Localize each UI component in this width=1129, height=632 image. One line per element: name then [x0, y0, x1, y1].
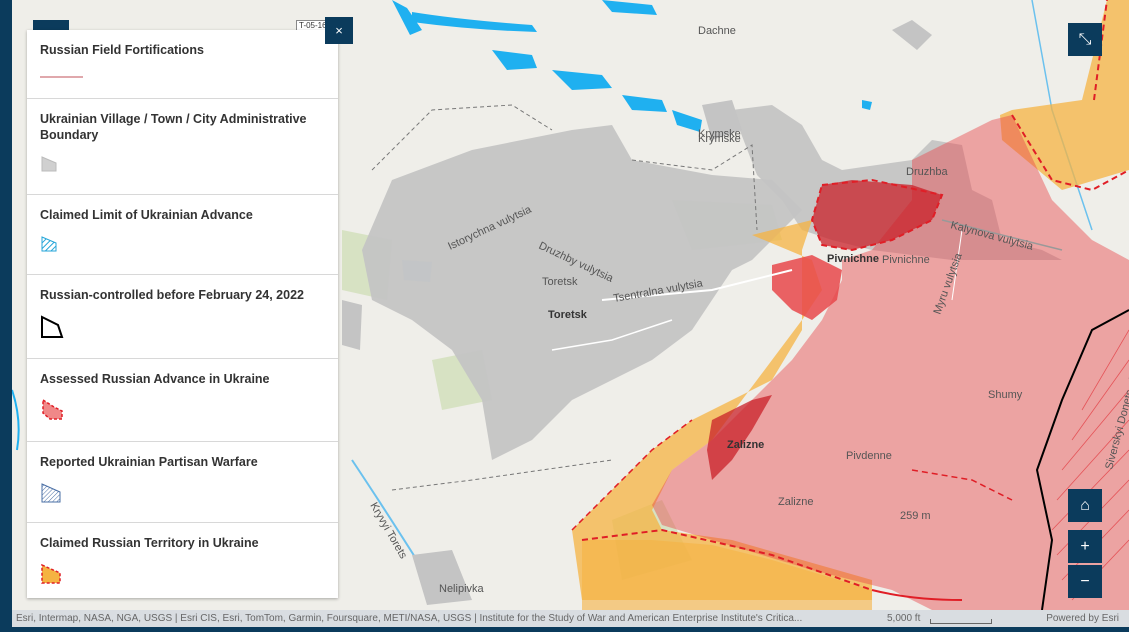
- scale-bar: [930, 619, 992, 624]
- ukrainian-advance-icon: [40, 233, 325, 258]
- label-pivnichne-2: Pivnichne: [882, 254, 930, 266]
- legend-item-russian-advance: Assessed Russian Advance in Ukraine: [27, 359, 338, 442]
- attribution-bar: Esri, Intermap, NASA, NGA, USGS | Esri C…: [12, 610, 1129, 627]
- powered-by-link[interactable]: Powered by Esri: [1046, 610, 1119, 627]
- legend-item-claimed-russian: Claimed Russian Territory in Ukraine: [27, 523, 338, 598]
- legend-item-fortifications: Russian Field Fortifications: [27, 30, 338, 99]
- zoom-in-button[interactable]: +: [1068, 530, 1102, 563]
- label-druzhba: Druzhba: [906, 166, 948, 178]
- legend-title: Assessed Russian Advance in Ukraine: [40, 372, 270, 386]
- zoom-out-button[interactable]: −: [1068, 565, 1102, 598]
- legend-title: Russian-controlled before February 24, 2…: [40, 288, 304, 302]
- label-krymske-2: Krymske: [698, 133, 741, 145]
- label-dachne: Dachne: [698, 25, 736, 37]
- russian-advance-icon: [40, 397, 325, 428]
- legend-item-ukrainian-advance: Claimed Limit of Ukrainian Advance: [27, 195, 338, 275]
- home-button[interactable]: ⌂: [1068, 489, 1102, 522]
- scale-label: 5,000 ft: [887, 613, 921, 624]
- bottom-frame: [0, 627, 1129, 632]
- legend-title: Claimed Russian Territory in Ukraine: [40, 536, 259, 550]
- panel-tab: [33, 20, 69, 30]
- legend-title: Claimed Limit of Ukrainian Advance: [40, 208, 253, 222]
- label-pivnichne: Pivnichne: [827, 253, 879, 265]
- label-pivdenne: Pivdenne: [846, 450, 892, 462]
- legend-item-partisan-warfare: Reported Ukrainian Partisan Warfare: [27, 442, 338, 523]
- legend-item-russian-pre-2022: Russian-controlled before February 24, 2…: [27, 275, 338, 359]
- label-toretsk-bold: Toretsk: [548, 309, 588, 321]
- claimed-russian-icon: [40, 561, 325, 592]
- legend-title: Reported Ukrainian Partisan Warfare: [40, 455, 258, 469]
- fullscreen-icon[interactable]: ⤡: [1068, 23, 1102, 56]
- legend-panel: Russian Field Fortifications Ukrainian V…: [27, 30, 338, 598]
- russian-pre-2022-icon: [40, 313, 325, 344]
- label-zalizne-2: Zalizne: [778, 496, 813, 508]
- admin-boundary-icon: [40, 153, 325, 178]
- legend-title: Ukrainian Village / Town / City Administ…: [40, 112, 307, 142]
- label-shumy: Shumy: [988, 389, 1023, 401]
- attribution-text[interactable]: Esri, Intermap, NASA, NGA, USGS | Esri C…: [16, 610, 802, 627]
- label-toretsk: Toretsk: [542, 276, 578, 288]
- label-nelipivka: Nelipivka: [439, 583, 485, 595]
- label-elevation: 259 m: [900, 510, 931, 522]
- label-zalizne: Zalizne: [727, 439, 764, 451]
- close-legend-button[interactable]: ×: [325, 17, 353, 44]
- legend-item-admin-boundary: Ukrainian Village / Town / City Administ…: [27, 99, 338, 195]
- legend-title: Russian Field Fortifications: [40, 43, 204, 57]
- partisan-warfare-icon: [40, 480, 325, 511]
- fortification-line-icon: [40, 68, 325, 86]
